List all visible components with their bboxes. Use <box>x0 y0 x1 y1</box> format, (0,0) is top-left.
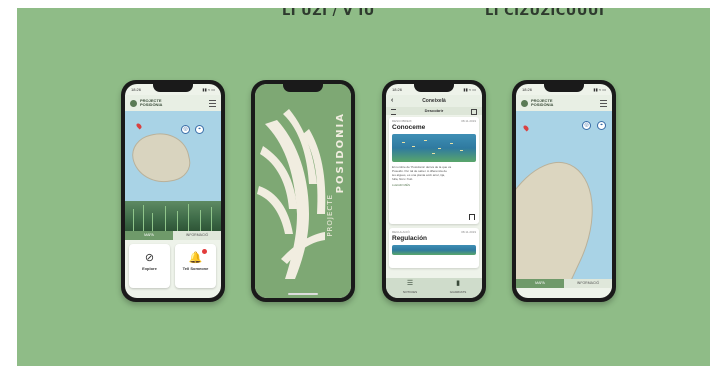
tab-info[interactable]: INFORMACIÓ <box>564 279 612 288</box>
header-right-text: LI CIZUZICUUUI <box>485 8 605 19</box>
explore-button[interactable]: ⊘ Explore <box>129 244 170 288</box>
location-pin-icon[interactable] <box>522 124 530 132</box>
showcase-background: LI UZI / V IU LI CIZUZICUUUI 18:26 ▮▮ ≈ … <box>17 8 710 366</box>
tab-map[interactable]: MAPA <box>125 231 173 240</box>
phone-splash: POSIDONIA PROJECTE <box>251 80 355 302</box>
splash-screen: POSIDONIA PROJECTE <box>255 84 351 298</box>
bookmark-icon: ▮ <box>456 280 460 287</box>
filter-icon[interactable] <box>391 109 396 115</box>
target-icon[interactable]: ◎ <box>181 125 190 134</box>
tell-someone-label: Tell Someone <box>182 266 209 271</box>
splash-subtitle: PROJECTE <box>326 194 334 237</box>
bell-icon: 🔔 <box>188 252 203 264</box>
map-view[interactable]: ◎ ⌖ <box>125 111 221 201</box>
logo-line-2: POSIDÒNIA <box>140 102 163 107</box>
app-header: PROJECTE POSIDÒNIA <box>125 95 221 111</box>
menu-icon[interactable] <box>600 99 607 107</box>
locate-icon[interactable]: ⌖ <box>597 121 606 130</box>
status-icons: ▮▮ ≈ ▭ <box>202 87 215 92</box>
article-excerpt: El nombre de 'Posidonia' deriva de la qu… <box>392 165 452 181</box>
compass-icon: ⊘ <box>144 252 155 264</box>
phone-notch <box>414 84 454 92</box>
splash-title: POSIDONIA <box>335 112 346 194</box>
bottom-nav: ☰ NOTICIES ▮ GUARDATS <box>386 278 482 298</box>
sub-header: Descobrir <box>386 107 482 115</box>
home-screen: 18:26 ▮▮ ≈ ▭ PROJECTE POSIDÒNIA ◎ ⌖ MAPA… <box>125 84 221 298</box>
map-screen: 18:26 ▮▮ ≈ ▭ PROJECTE POSIDÒNIA ◎ ⌖ MAPA… <box>516 84 612 298</box>
bookmark-icon[interactable] <box>469 214 475 220</box>
phone-home: 18:26 ▮▮ ≈ ▭ PROJECTE POSIDÒNIA ◎ ⌖ MAPA… <box>121 80 225 302</box>
bottom-nav-news-label: NOTICIES <box>402 290 418 294</box>
island-shape <box>128 127 194 189</box>
notification-badge <box>202 249 207 254</box>
status-time: 18:26 <box>392 87 403 92</box>
articles-screen: 18:26 ▮▮ ≈ ▭ ‹ Coneixelà Descobrir DESCO… <box>386 84 482 298</box>
seagrass-image <box>125 201 221 231</box>
phone-notch <box>544 84 584 92</box>
island-shape <box>516 146 612 279</box>
app-header: PROJECTE POSIDÒNIA <box>516 95 612 111</box>
article-card-regulacion[interactable]: REGULACIÓ 08.11.2019 Regulación <box>389 228 479 268</box>
home-tabs: MAPA INFORMACIÓ <box>125 231 221 240</box>
article-photo <box>392 245 476 255</box>
phone-map: 18:26 ▮▮ ≈ ▭ PROJECTE POSIDÒNIA ◎ ⌖ MAPA… <box>512 80 616 302</box>
logo-icon <box>130 99 137 107</box>
nav-title: Coneixelà <box>422 98 446 104</box>
home-indicator <box>288 293 318 295</box>
tab-map[interactable]: MAPA <box>516 279 564 288</box>
map-tabs: MAPA INFORMACIÓ <box>516 279 612 288</box>
sub-header-label: Descobrir <box>424 108 444 113</box>
tell-someone-button[interactable]: 🔔 Tell Someone <box>175 244 216 288</box>
nav-header: ‹ Coneixelà <box>386 95 482 107</box>
status-icons: ▮▮ ≈ ▭ <box>593 87 606 92</box>
grid-icon[interactable] <box>471 109 477 115</box>
article-card-conoceme[interactable]: DESCOBREIX 08.11.2019 Conoceme El nombre… <box>389 117 479 224</box>
map-view[interactable]: ◎ ⌖ <box>516 111 612 279</box>
article-category: REGULACIÓ <box>392 230 410 234</box>
article-date: 08.11.2019 <box>461 119 476 123</box>
header-left-text: LI UZI / V IU <box>282 8 375 19</box>
article-category: DESCOBREIX <box>392 119 412 123</box>
app-logo: PROJECTE POSIDÒNIA <box>531 99 553 107</box>
bottom-nav-news[interactable]: ☰ NOTICIES <box>386 278 434 298</box>
article-photo <box>392 134 476 162</box>
read-more-link[interactable]: LLEGIR MÉS <box>389 182 479 190</box>
phone-articles: 18:26 ▮▮ ≈ ▭ ‹ Coneixelà Descobrir DESCO… <box>382 80 486 302</box>
explore-label: Explore <box>142 266 157 271</box>
phone-notch <box>283 84 323 92</box>
article-title: Regulación <box>392 235 428 242</box>
article-title: Conoceme <box>392 124 426 131</box>
status-time: 18:26 <box>522 87 533 92</box>
tab-info[interactable]: INFORMACIÓ <box>173 231 221 240</box>
locate-icon[interactable]: ⌖ <box>195 125 204 134</box>
menu-icon[interactable] <box>209 99 216 107</box>
logo-line-2: POSIDÒNIA <box>531 102 554 107</box>
logo-icon <box>521 99 528 107</box>
article-date: 08.11.2019 <box>461 230 476 234</box>
back-arrow-icon[interactable]: ‹ <box>391 95 393 107</box>
status-icons: ▮▮ ≈ ▭ <box>463 87 476 92</box>
location-pin-icon[interactable] <box>135 122 143 130</box>
target-icon[interactable]: ◎ <box>582 121 591 130</box>
bottom-nav-saved-label: GUARDATS <box>449 290 467 294</box>
splash-background: POSIDONIA PROJECTE <box>255 84 351 298</box>
app-logo: PROJECTE POSIDÒNIA <box>140 99 162 107</box>
bottom-nav-saved[interactable]: ▮ GUARDATS <box>434 278 482 298</box>
status-time: 18:26 <box>131 87 142 92</box>
list-icon: ☰ <box>406 280 414 287</box>
phone-notch <box>153 84 193 92</box>
